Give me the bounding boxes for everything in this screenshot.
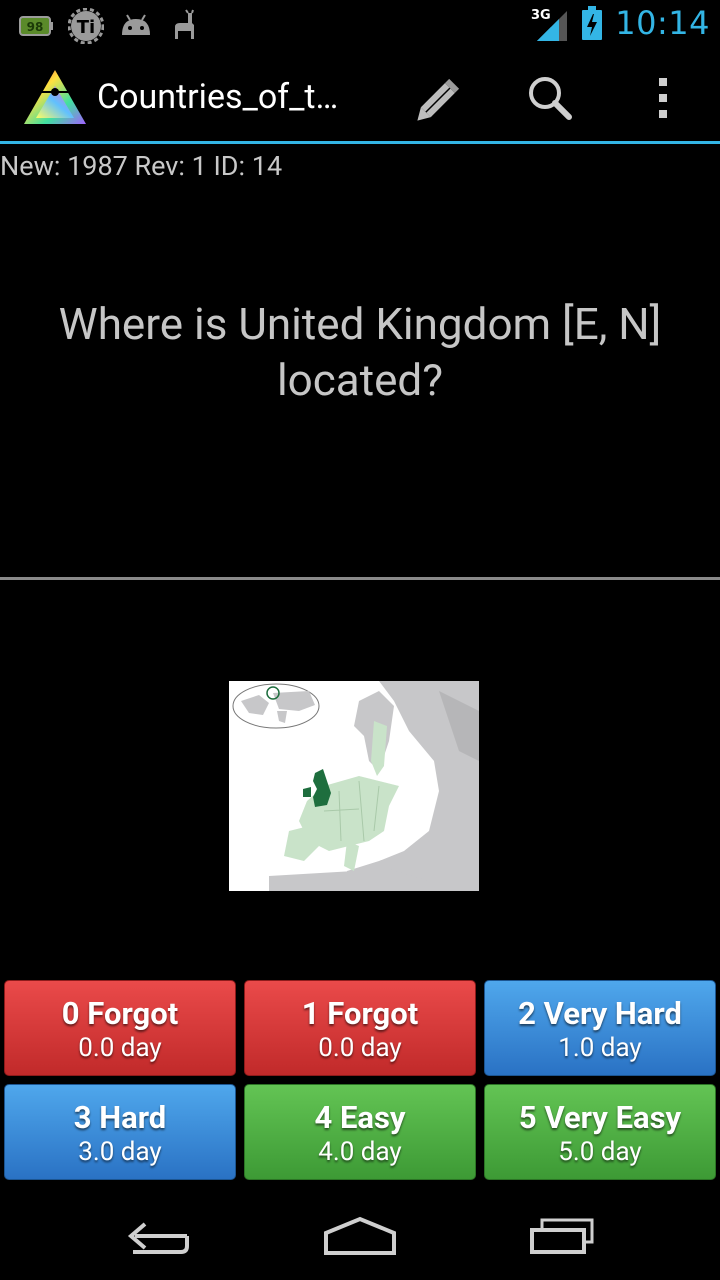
grade-label: 5 Very Easy bbox=[518, 1099, 682, 1136]
svg-text:3G: 3G bbox=[531, 8, 551, 23]
grade-interval: 5.0 day bbox=[558, 1137, 642, 1167]
grade-interval: 0.0 day bbox=[78, 1033, 162, 1063]
titanium-backup-icon: Ti bbox=[68, 8, 104, 44]
status-bar: 98 Ti 3G 10:14 bbox=[0, 0, 720, 50]
grade-label: 2 Very Hard bbox=[518, 995, 682, 1032]
grade-label: 4 Easy bbox=[314, 1099, 406, 1136]
grade-interval: 4.0 day bbox=[318, 1137, 402, 1167]
europe-map-image bbox=[229, 681, 479, 891]
search-icon bbox=[529, 77, 572, 120]
battery-widget-icon: 98 bbox=[19, 16, 53, 36]
deck-title: Countries_of_t… bbox=[97, 77, 339, 117]
grade-4-button[interactable]: 4 Easy 4.0 day bbox=[244, 1084, 476, 1180]
back-button[interactable] bbox=[110, 1206, 210, 1266]
svg-text:Ti: Ti bbox=[77, 17, 95, 38]
grade-label: 0 Forgot bbox=[61, 995, 179, 1032]
back-icon bbox=[127, 1222, 189, 1254]
overflow-menu-icon bbox=[659, 78, 667, 118]
recent-apps-icon bbox=[530, 1218, 594, 1254]
recent-apps-button[interactable] bbox=[512, 1206, 612, 1266]
signal-3g-icon: 3G bbox=[531, 8, 568, 41]
app-logo[interactable] bbox=[22, 68, 88, 126]
grade-1-button[interactable]: 1 Forgot 0.0 day bbox=[244, 980, 476, 1076]
navigation-bar bbox=[0, 1192, 720, 1280]
grade-3-button[interactable]: 3 Hard 3.0 day bbox=[4, 1084, 236, 1180]
card-divider bbox=[0, 577, 720, 580]
question-text[interactable]: Where is United Kingdom [E, N] located? bbox=[20, 296, 700, 408]
clock: 10:14 bbox=[615, 4, 710, 42]
android-debug-icon bbox=[122, 14, 150, 35]
search-button[interactable] bbox=[520, 68, 580, 128]
action-bar: Countries_of_t… bbox=[0, 50, 720, 144]
grade-0-button[interactable]: 0 Forgot 0.0 day bbox=[4, 980, 236, 1076]
grade-interval: 1.0 day bbox=[558, 1033, 642, 1063]
grade-label: 1 Forgot bbox=[301, 995, 419, 1032]
question-line-1: Where is United Kingdom [E, N] bbox=[58, 298, 662, 350]
grade-5-button[interactable]: 5 Very Easy 5.0 day bbox=[484, 1084, 716, 1180]
grade-interval: 3.0 day bbox=[78, 1137, 162, 1167]
grade-2-button[interactable]: 2 Very Hard 1.0 day bbox=[484, 980, 716, 1076]
battery-charging-icon bbox=[582, 6, 603, 40]
grade-interval: 0.0 day bbox=[318, 1033, 402, 1063]
edit-button[interactable] bbox=[410, 68, 470, 128]
overflow-menu-button[interactable] bbox=[633, 68, 693, 128]
question-line-2: located? bbox=[276, 354, 444, 406]
home-button[interactable] bbox=[310, 1206, 410, 1266]
card-stats: New: 1987 Rev: 1 ID: 14 bbox=[0, 150, 283, 182]
home-icon bbox=[324, 1216, 396, 1255]
llama-icon bbox=[175, 9, 194, 39]
grade-label: 3 Hard bbox=[73, 1099, 167, 1136]
pencil-icon bbox=[417, 78, 460, 121]
svg-text:98: 98 bbox=[27, 20, 44, 34]
